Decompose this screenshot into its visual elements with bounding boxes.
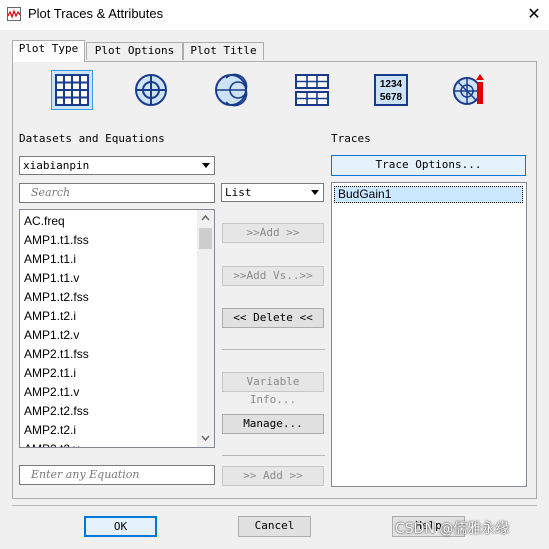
list-icon-line-2: 5678 <box>380 92 403 103</box>
watermark: CSDN @儒雅永缘 <box>395 521 510 537</box>
list-icon-line-1: 1234 <box>380 79 403 90</box>
list-item[interactable]: AMP1.t1.fss <box>24 231 89 249</box>
tab-plot-title[interactable]: Plot Title <box>183 42 264 60</box>
stacked-rectangular-icon <box>295 74 329 106</box>
close-icon[interactable]: ✕ <box>522 2 546 26</box>
footer-separator <box>12 505 537 506</box>
list-item[interactable]: AMP2.t2.fss <box>24 402 89 420</box>
dataset-dropdown[interactable]: xiabianpin <box>19 156 215 175</box>
add-vs-button[interactable]: >>Add Vs..>> <box>222 266 324 286</box>
list-numbers-icon: 1234 5678 <box>374 74 408 106</box>
app-icon <box>7 7 21 21</box>
chevron-down-icon <box>311 190 319 195</box>
view-mode-dropdown[interactable]: List <box>221 183 324 202</box>
tab-plot-options[interactable]: Plot Options <box>86 42 183 60</box>
traces-list[interactable]: BudGain1 <box>331 182 527 487</box>
rectangular-plot-button[interactable] <box>51 70 93 110</box>
list-scrollbar[interactable] <box>197 210 214 447</box>
list-item[interactable]: AMP2.t2.v <box>24 440 79 447</box>
list-item[interactable]: AMP1.t2.fss <box>24 288 89 306</box>
chevron-down-icon <box>202 163 210 168</box>
smith-plot-button[interactable] <box>210 70 252 110</box>
scroll-down-icon[interactable] <box>201 435 210 441</box>
separator <box>222 455 325 456</box>
dataset-list[interactable]: AC.freq AMP1.t1.fss AMP1.t1.i AMP1.t1.v AMP1… <box>19 209 215 448</box>
smith-chart-icon <box>215 73 248 107</box>
equation-input[interactable]: Enter any Equation <box>19 465 215 485</box>
separator <box>222 349 325 350</box>
ok-button[interactable]: OK <box>84 516 157 537</box>
traces-label: Traces <box>331 132 371 145</box>
cancel-button[interactable]: Cancel <box>238 516 311 537</box>
manage-button[interactable]: Manage... <box>222 414 324 434</box>
list-item[interactable]: AMP1.t1.v <box>24 269 79 287</box>
list-item[interactable]: AMP2.t1.i <box>24 364 76 382</box>
variable-info-button[interactable]: Variable Info... <box>222 372 324 406</box>
dataset-selected: xiabianpin <box>23 159 90 172</box>
tab-plot-type[interactable]: Plot Type <box>12 40 85 62</box>
search-input[interactable]: Search <box>19 183 215 203</box>
list-item[interactable]: AMP2.t2.i <box>24 421 76 439</box>
rectangular-grid-icon <box>55 74 89 106</box>
polar-icon <box>135 74 167 106</box>
list-item[interactable]: AC.freq <box>24 212 65 230</box>
datasets-label: Datasets and Equations <box>19 132 165 145</box>
window-title: Plot Traces & Attributes <box>28 6 164 21</box>
trace-item[interactable]: BudGain1 <box>334 186 523 203</box>
list-item[interactable]: AMP1.t1.i <box>24 250 76 268</box>
scroll-thumb[interactable] <box>199 228 212 249</box>
add-button[interactable]: >>Add >> <box>222 223 324 243</box>
delete-button[interactable]: << Delete << <box>222 308 324 328</box>
trace-options-button[interactable]: Trace Options... <box>331 155 526 176</box>
scroll-up-icon[interactable] <box>201 215 210 221</box>
list-item[interactable]: AMP2.t1.fss <box>24 345 89 363</box>
view-mode-selected: List <box>225 186 252 199</box>
polar-plot-button[interactable] <box>130 70 172 110</box>
list-item[interactable]: AMP2.t1.v <box>24 383 79 401</box>
list-item[interactable]: AMP1.t2.i <box>24 307 76 325</box>
list-item[interactable]: AMP1.t2.v <box>24 326 79 344</box>
polar-smith-marker-icon <box>453 74 484 105</box>
stacked-plot-button[interactable] <box>291 70 333 110</box>
add-equation-button[interactable]: >> Add >> <box>222 466 324 486</box>
list-plot-button[interactable]: 1234 5678 <box>370 70 412 110</box>
polar-smith-plot-button[interactable] <box>449 70 491 110</box>
